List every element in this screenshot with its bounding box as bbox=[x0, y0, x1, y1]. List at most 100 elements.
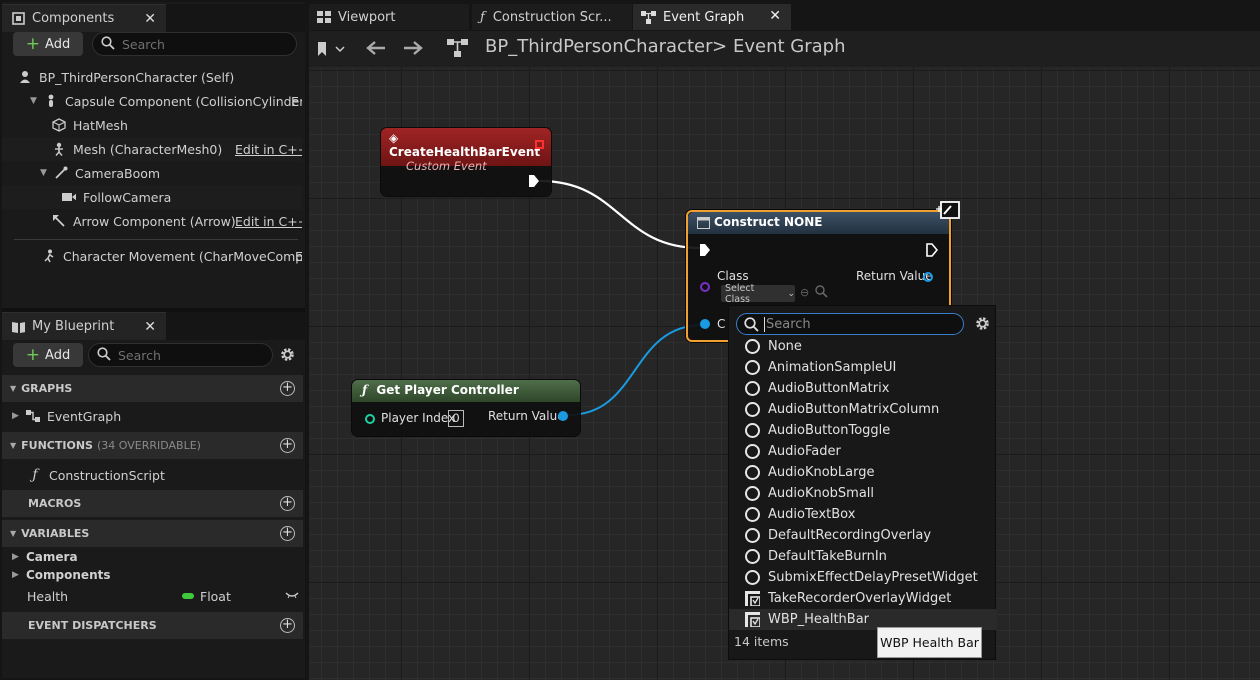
variable-type[interactable]: Float bbox=[200, 589, 231, 604]
functions-header[interactable]: ▼ FUNCTIONS (34 OVERRIDABLE) + bbox=[2, 432, 303, 459]
close-icon[interactable]: ✕ bbox=[769, 8, 781, 24]
edit-truncated[interactable]: E bbox=[295, 249, 302, 264]
player-index-pin-icon[interactable] bbox=[365, 414, 375, 424]
character-icon bbox=[18, 70, 32, 84]
variable-health[interactable]: Health Float bbox=[27, 584, 303, 608]
class-item[interactable]: TakeRecorderOverlayWidget bbox=[745, 588, 995, 609]
function-icon: ƒ bbox=[32, 467, 38, 483]
forward-arrow-icon[interactable] bbox=[402, 40, 424, 59]
edit-truncated[interactable]: E bbox=[291, 94, 299, 109]
class-pin-icon[interactable] bbox=[700, 282, 710, 292]
player-index-field[interactable]: 0 bbox=[448, 410, 464, 427]
gear-icon[interactable] bbox=[279, 346, 296, 366]
return-value-pin-icon[interactable] bbox=[923, 272, 933, 282]
class-item[interactable]: AnimationSampleUI bbox=[745, 357, 995, 378]
function-item-constructionscript[interactable]: ƒ ConstructionScript bbox=[28, 463, 328, 487]
class-item[interactable]: AudioKnobSmall bbox=[745, 483, 995, 504]
get-player-controller-node[interactable]: ƒ Get Player Controller Player Index 0 R… bbox=[352, 380, 580, 436]
divider bbox=[14, 239, 298, 240]
return-value-label: Return Value bbox=[856, 269, 933, 283]
tree-item-self[interactable]: BP_ThirdPersonCharacter (Self) bbox=[2, 65, 302, 89]
search-placeholder: Search bbox=[118, 347, 161, 363]
collapse-arrow-icon[interactable]: ▼ bbox=[40, 168, 50, 178]
tree-item-arrow[interactable]: Arrow Component (Arrow) Edit in C++ bbox=[2, 209, 302, 233]
components-tab[interactable]: Components ✕ bbox=[2, 4, 166, 32]
graphs-header[interactable]: ▼ GRAPHS + bbox=[2, 375, 303, 402]
search-icon bbox=[101, 35, 115, 53]
tree-item-hatmesh[interactable]: HatMesh bbox=[2, 113, 302, 137]
owning-player-pin-icon[interactable] bbox=[700, 319, 710, 329]
class-icon bbox=[745, 360, 760, 375]
exec-out-pin-icon[interactable] bbox=[528, 174, 540, 191]
delegate-pin-icon[interactable] bbox=[535, 140, 544, 149]
add-dispatcher-icon[interactable]: + bbox=[280, 618, 295, 633]
custom-event-node[interactable]: ◈ CreateHealthBarEvent Custom Event bbox=[381, 128, 551, 196]
class-item[interactable]: DefaultTakeBurnIn bbox=[745, 546, 995, 567]
graphs-header-label: GRAPHS bbox=[21, 382, 73, 395]
eye-closed-icon[interactable] bbox=[285, 588, 299, 603]
back-arrow-icon[interactable] bbox=[365, 40, 387, 59]
class-item[interactable]: AudioButtonToggle bbox=[745, 420, 995, 441]
class-item[interactable]: DefaultRecordingOverlay bbox=[745, 525, 995, 546]
class-item[interactable]: AudioFader bbox=[745, 441, 995, 462]
graph-item-eventgraph[interactable]: ▶ EventGraph bbox=[12, 404, 312, 428]
add-component-button[interactable]: + Add bbox=[13, 32, 83, 56]
overridable-count: (34 OVERRIDABLE) bbox=[96, 439, 201, 452]
class-item-label: None bbox=[768, 339, 802, 354]
widget-blueprint-icon bbox=[745, 591, 761, 607]
components-search-input[interactable]: Search bbox=[92, 32, 297, 56]
collapse-arrow-icon[interactable]: ▼ bbox=[30, 96, 40, 106]
edit-in-cpp-link[interactable]: Edit in C++ bbox=[235, 214, 302, 229]
tree-label: Arrow Component (Arrow) bbox=[73, 213, 236, 229]
tree-label: ConstructionScript bbox=[49, 467, 165, 483]
add-variable-icon[interactable]: + bbox=[280, 526, 295, 541]
exec-out-pin-icon[interactable] bbox=[926, 243, 939, 260]
select-class-dropdown[interactable]: Select Class ⌄ bbox=[721, 283, 795, 305]
tab-event-graph[interactable]: Event Graph ✕ bbox=[633, 4, 791, 30]
edit-in-cpp-link[interactable]: Edit in C++ bbox=[235, 142, 302, 157]
add-blueprint-item-button[interactable]: + Add bbox=[13, 343, 83, 367]
browse-icon[interactable] bbox=[815, 285, 828, 301]
tree-label: BP_ThirdPersonCharacter (Self) bbox=[39, 69, 235, 85]
owning-player-label: C bbox=[717, 317, 726, 331]
tree-item-capsule[interactable]: ▼ Capsule Component (CollisionCylinder) … bbox=[2, 89, 302, 113]
bookmark-dropdown-icon[interactable] bbox=[316, 41, 348, 60]
class-item[interactable]: AudioButtonMatrix bbox=[745, 378, 995, 399]
expand-arrow-icon[interactable]: ▶ bbox=[12, 552, 22, 562]
tree-item-cameraboom[interactable]: ▼ CameraBoom bbox=[2, 161, 302, 185]
tab-viewport[interactable]: Viewport bbox=[309, 4, 469, 30]
class-item[interactable]: AudioKnobLarge bbox=[745, 462, 995, 483]
return-value-pin-icon[interactable] bbox=[558, 411, 568, 421]
tab-construction-script[interactable]: ƒ Construction Scr... bbox=[472, 4, 632, 30]
breadcrumb-root[interactable]: BP_ThirdPersonCharacter bbox=[485, 36, 712, 57]
expand-arrow-icon[interactable]: ▶ bbox=[12, 570, 22, 580]
tab-label: Event Graph bbox=[663, 9, 745, 25]
tree-item-followcamera[interactable]: FollowCamera bbox=[2, 185, 302, 209]
macros-header[interactable]: MACROS + bbox=[2, 490, 303, 517]
exec-in-pin-icon[interactable] bbox=[699, 243, 711, 260]
my-blueprint-tab[interactable]: My Blueprint ✕ bbox=[2, 312, 166, 340]
tree-item-charmovement[interactable]: Character Movement (CharMoveComp) E bbox=[2, 244, 302, 268]
close-icon[interactable]: ✕ bbox=[144, 319, 156, 335]
class-item[interactable]: None bbox=[745, 336, 995, 357]
node-header: ◈ CreateHealthBarEvent Custom Event bbox=[381, 128, 551, 173]
class-item[interactable]: SubmixEffectDelayPresetWidget bbox=[745, 567, 995, 588]
blueprint-search-input[interactable]: Search bbox=[88, 343, 273, 367]
variables-header[interactable]: ▼ VARIABLES + bbox=[2, 520, 303, 547]
close-icon[interactable]: ✕ bbox=[144, 11, 156, 27]
class-search-input[interactable]: Search bbox=[736, 313, 964, 335]
gear-icon[interactable] bbox=[974, 315, 991, 335]
class-item-label: AudioKnobLarge bbox=[768, 465, 875, 480]
event-dispatchers-header[interactable]: EVENT DISPATCHERS + bbox=[2, 612, 303, 639]
use-selected-icon[interactable]: ⊖ bbox=[800, 286, 809, 299]
functions-header-label: FUNCTIONS bbox=[21, 439, 93, 452]
class-item[interactable]: AudioTextBox bbox=[745, 504, 995, 525]
tree-item-mesh[interactable]: Mesh (CharacterMesh0) Edit in C++ bbox=[2, 137, 302, 161]
widget-blueprint-icon bbox=[745, 612, 761, 628]
class-item[interactable]: AudioButtonMatrixColumn bbox=[745, 399, 995, 420]
expand-arrow-icon[interactable]: ▶ bbox=[12, 411, 22, 421]
add-macro-icon[interactable]: + bbox=[280, 496, 295, 511]
development-only-icon bbox=[935, 200, 961, 225]
add-graph-icon[interactable]: + bbox=[280, 381, 295, 396]
add-function-icon[interactable]: + bbox=[280, 438, 295, 453]
